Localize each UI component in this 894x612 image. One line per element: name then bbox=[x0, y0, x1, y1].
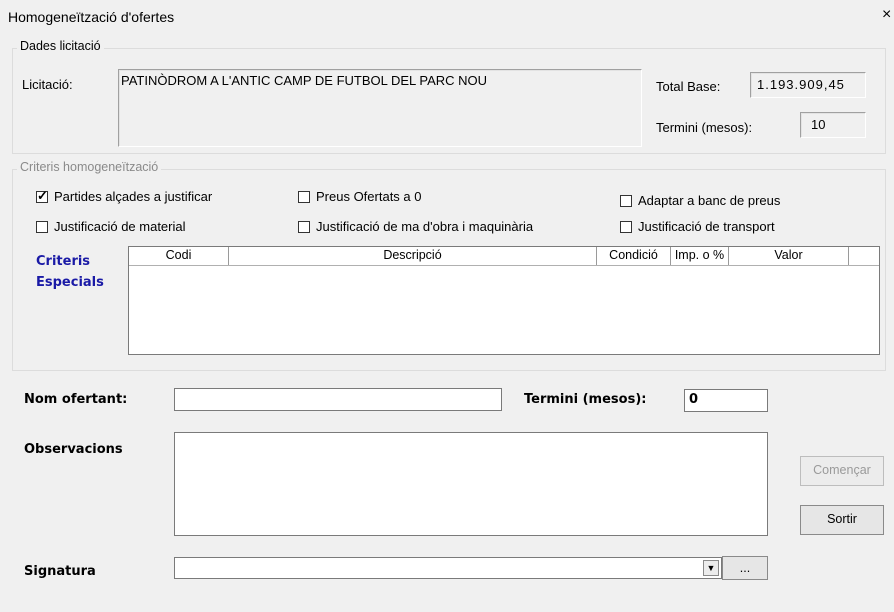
sortir-button[interactable]: Sortir bbox=[800, 505, 884, 535]
termini-label: Termini (mesos): bbox=[656, 120, 753, 135]
checkbox-preus-ofertats[interactable]: Preus Ofertats a 0 bbox=[298, 189, 422, 204]
signatura-select[interactable]: ▼ bbox=[174, 557, 722, 579]
checkbox-label: Preus Ofertats a 0 bbox=[316, 189, 422, 204]
checkbox-box[interactable] bbox=[36, 220, 48, 233]
browse-label: ... bbox=[739, 561, 751, 575]
termini-ofertant-label: Termini (mesos): bbox=[524, 392, 647, 407]
browse-button[interactable]: ... bbox=[722, 556, 768, 580]
checkbox-label: Justificació de material bbox=[54, 219, 186, 234]
nom-ofertant-label: Nom ofertant: bbox=[24, 392, 128, 407]
licitacio-label: Licitació: bbox=[22, 77, 73, 92]
observacions-label: Observacions bbox=[24, 442, 123, 457]
checkbox-box[interactable] bbox=[620, 220, 632, 233]
checkbox-box[interactable] bbox=[36, 188, 48, 204]
window-title: Homogeneïtzació d'ofertes bbox=[8, 9, 175, 25]
col-header-valor[interactable]: Valor bbox=[729, 247, 849, 265]
grid-header: Codi Descripció Condició Imp. o % Valor bbox=[129, 247, 879, 266]
checkbox-partides-alcades[interactable]: Partides alçades a justificar bbox=[36, 188, 213, 204]
checkbox-justificacio-ma-obra[interactable]: Justificació de ma d'obra i maquinària bbox=[298, 219, 533, 234]
col-header-codi[interactable]: Codi bbox=[129, 247, 229, 265]
col-header-imp[interactable]: Imp. o % bbox=[671, 247, 729, 265]
checkbox-label: Adaptar a banc de preus bbox=[638, 193, 781, 208]
checkbox-label: Justificació de transport bbox=[638, 219, 775, 234]
termini-ofertant-input[interactable]: 0 bbox=[684, 389, 768, 412]
checkbox-justificacio-material[interactable]: Justificació de material bbox=[36, 219, 186, 234]
checkbox-box[interactable] bbox=[620, 194, 632, 207]
checkbox-justificacio-transport[interactable]: Justificació de transport bbox=[620, 219, 775, 234]
nom-ofertant-input[interactable] bbox=[174, 388, 502, 411]
criteris-especials-grid[interactable]: Codi Descripció Condició Imp. o % Valor bbox=[128, 246, 880, 355]
dades-licitacio-legend: Dades licitació bbox=[17, 39, 104, 53]
comencar-button[interactable]: Començar bbox=[800, 456, 884, 486]
criteris-especials-label-2: Especials bbox=[36, 275, 104, 290]
total-base-label: Total Base: bbox=[656, 79, 721, 94]
checkbox-label: Justificació de ma d'obra i maquinària bbox=[316, 219, 534, 234]
termini-field: 10 bbox=[800, 112, 866, 138]
checkbox-box[interactable] bbox=[298, 190, 310, 203]
criteris-legend: Criteris homogeneïtzació bbox=[17, 160, 162, 174]
signatura-label: Signatura bbox=[24, 564, 96, 579]
observacions-textarea[interactable] bbox=[174, 432, 768, 536]
col-header-condicio[interactable]: Condició bbox=[597, 247, 671, 265]
col-header-descripcio[interactable]: Descripció bbox=[229, 247, 597, 265]
criteris-especials-label-1: Criteris bbox=[36, 254, 91, 269]
sortir-label: Sortir bbox=[827, 512, 857, 526]
checkbox-adaptar-banc[interactable]: Adaptar a banc de preus bbox=[620, 193, 780, 208]
licitacio-field: PATINÒDROM A L'ANTIC CAMP DE FUTBOL DEL … bbox=[118, 69, 642, 147]
comencar-label: Començar bbox=[813, 463, 871, 477]
checkbox-label: Partides alçades a justificar bbox=[54, 189, 213, 204]
checkbox-box[interactable] bbox=[298, 220, 310, 233]
close-icon[interactable]: × bbox=[882, 6, 891, 24]
chevron-down-icon[interactable]: ▼ bbox=[703, 560, 719, 576]
total-base-field: 1.193.909,45 bbox=[750, 72, 866, 98]
